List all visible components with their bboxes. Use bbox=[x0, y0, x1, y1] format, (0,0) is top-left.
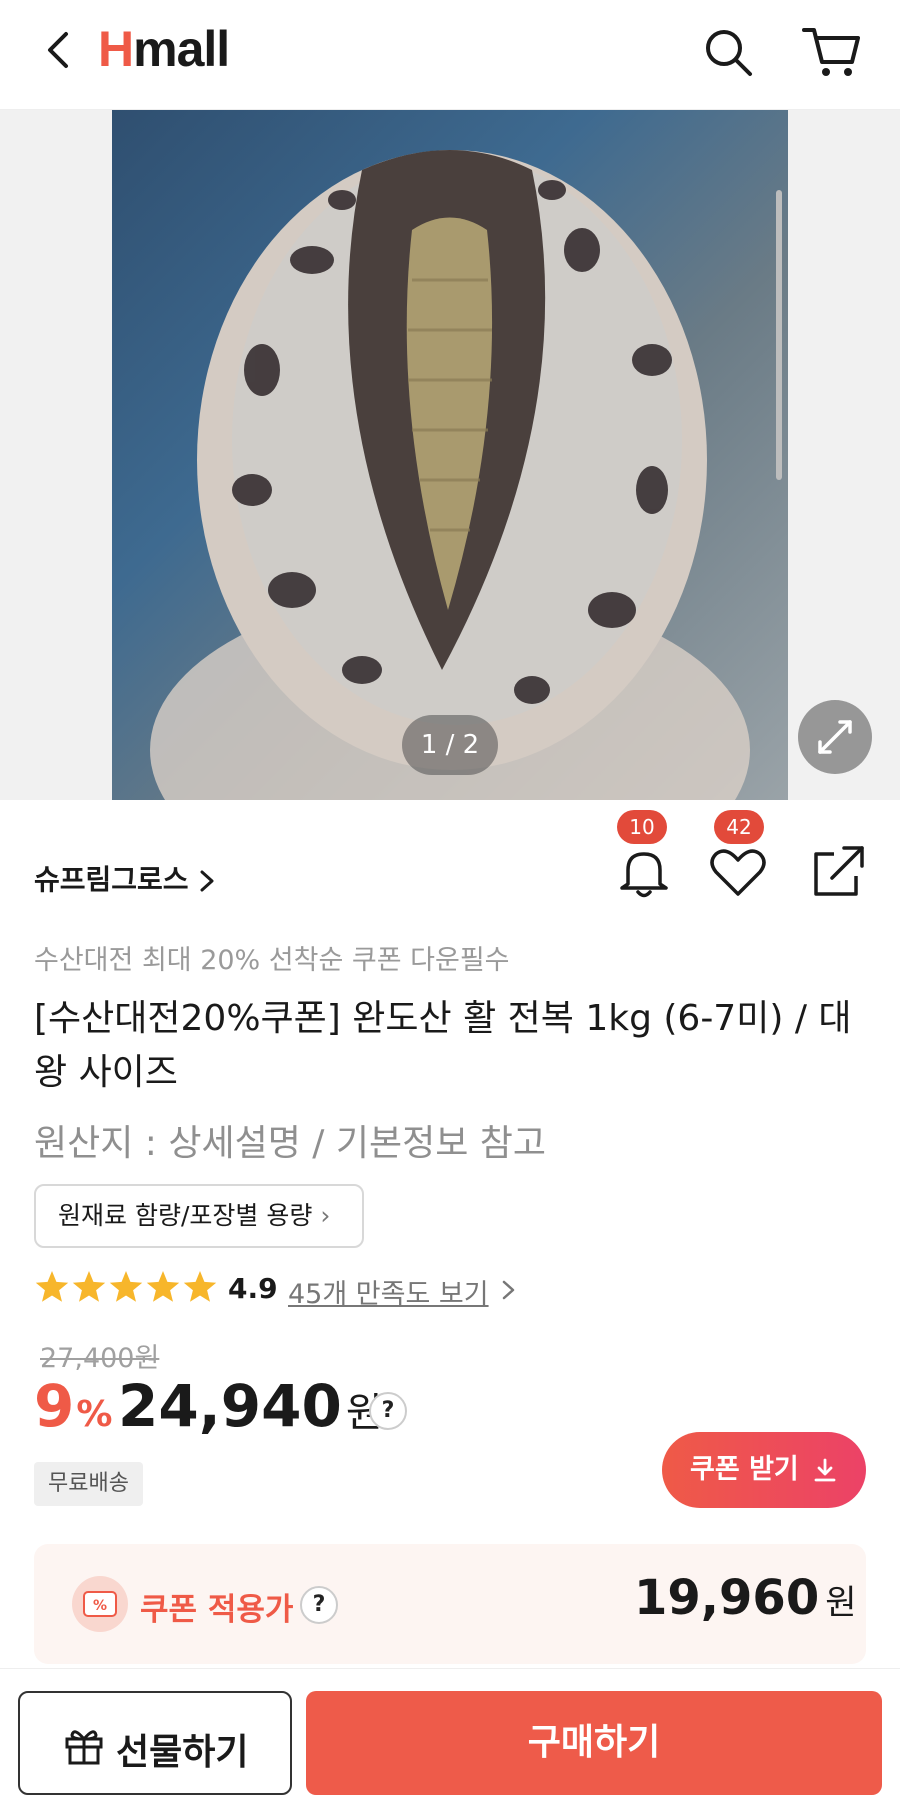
original-price: 27,400원 bbox=[40, 1343, 160, 1374]
sale-price-value: 24,940 bbox=[118, 1372, 342, 1440]
product-image-gallery[interactable]: 1 / 2 bbox=[0, 110, 900, 800]
coupon-icon-text: % bbox=[93, 1598, 107, 1614]
gift-icon bbox=[65, 1730, 103, 1765]
product-photo-abalone[interactable] bbox=[112, 110, 788, 800]
buy-button[interactable]: 구매하기 bbox=[306, 1691, 882, 1795]
abalone-illustration bbox=[150, 150, 750, 800]
star-icon bbox=[35, 1271, 69, 1302]
expand-image-button[interactable] bbox=[798, 700, 872, 774]
wishlist-count-badge: 42 bbox=[714, 810, 764, 844]
bottom-action-bar: 선물하기 구매하기 bbox=[0, 1668, 900, 1816]
rating-value: 4.9 bbox=[228, 1272, 278, 1305]
search-icon bbox=[706, 30, 752, 76]
star-icon bbox=[146, 1271, 180, 1302]
image-counter: 1 / 2 bbox=[402, 715, 498, 775]
star-icon bbox=[109, 1271, 143, 1302]
coupon-applied-price-box: % 쿠폰 적용가 ? 19,960 원 bbox=[34, 1544, 866, 1664]
discount-number: 9 bbox=[34, 1372, 75, 1440]
get-coupon-button[interactable]: 쿠폰 받기 bbox=[662, 1432, 866, 1508]
share-icon bbox=[814, 846, 864, 896]
coupon-price-unit: 원 bbox=[825, 1583, 857, 1623]
coupon-icon: % bbox=[72, 1576, 128, 1632]
bell-icon bbox=[620, 852, 668, 898]
chevron-right-icon bbox=[502, 1280, 515, 1300]
product-title: [수산대전20%쿠폰] 완도산 활 전복 1kg (6-7미) / 대왕 사이즈 bbox=[34, 998, 852, 1093]
cart-button[interactable] bbox=[800, 22, 862, 82]
coupon-price-label: 쿠폰 적용가 bbox=[140, 1592, 294, 1628]
coupon-price-value: 19,960 bbox=[634, 1570, 820, 1626]
star-icon bbox=[183, 1271, 217, 1302]
heart-icon bbox=[710, 849, 766, 896]
promo-subtitle: 수산대전 최대 20% 선착순 쿠폰 다운필수 bbox=[34, 945, 510, 976]
hmall-logo[interactable]: Hmall bbox=[98, 20, 230, 78]
wishlist-button[interactable] bbox=[708, 842, 768, 902]
image-scroll-indicator bbox=[776, 190, 782, 480]
get-coupon-label: 쿠폰 받기 bbox=[690, 1454, 799, 1485]
chevron-left-icon bbox=[48, 32, 68, 68]
notification-count-badge: 10 bbox=[617, 810, 667, 844]
product-origin: 원산지 : 상세설명 / 기본정보 참고 bbox=[34, 1123, 547, 1164]
back-button[interactable] bbox=[38, 28, 82, 72]
share-button[interactable] bbox=[808, 842, 868, 902]
discount-rate: 9% bbox=[34, 1372, 112, 1440]
sale-price: 24,940 원 bbox=[118, 1372, 383, 1440]
logo-word: mall bbox=[133, 21, 230, 77]
coupon-price: 19,960 원 bbox=[634, 1570, 857, 1626]
chevron-right-icon: › bbox=[320, 1201, 331, 1230]
gift-button[interactable]: 선물하기 bbox=[18, 1691, 292, 1795]
reviews-link[interactable]: 45개 만족도 보기 bbox=[288, 1272, 489, 1311]
free-shipping-badge: 무료배송 bbox=[34, 1462, 143, 1506]
gift-button-label: 선물하기 bbox=[116, 1732, 249, 1773]
seller-name-link[interactable]: 슈프림그로스 bbox=[34, 858, 189, 898]
logo-letter-h: H bbox=[98, 21, 134, 77]
notification-button[interactable] bbox=[614, 842, 674, 902]
app-header: Hmall bbox=[0, 0, 900, 110]
ingredient-info-label: 원재료 함량/포장별 용량 bbox=[58, 1201, 313, 1230]
discount-percent-sign: % bbox=[76, 1394, 113, 1435]
cart-icon bbox=[802, 28, 860, 76]
ingredient-info-button[interactable]: 원재료 함량/포장별 용량 › bbox=[34, 1184, 364, 1248]
search-button[interactable] bbox=[700, 24, 756, 80]
download-icon bbox=[814, 1458, 836, 1482]
expand-icon bbox=[818, 720, 852, 754]
chevron-right-icon bbox=[200, 870, 214, 892]
price-help-button[interactable]: ? bbox=[369, 1392, 407, 1430]
rating-stars bbox=[34, 1268, 220, 1308]
star-icon bbox=[72, 1271, 106, 1302]
coupon-help-button[interactable]: ? bbox=[300, 1586, 338, 1624]
